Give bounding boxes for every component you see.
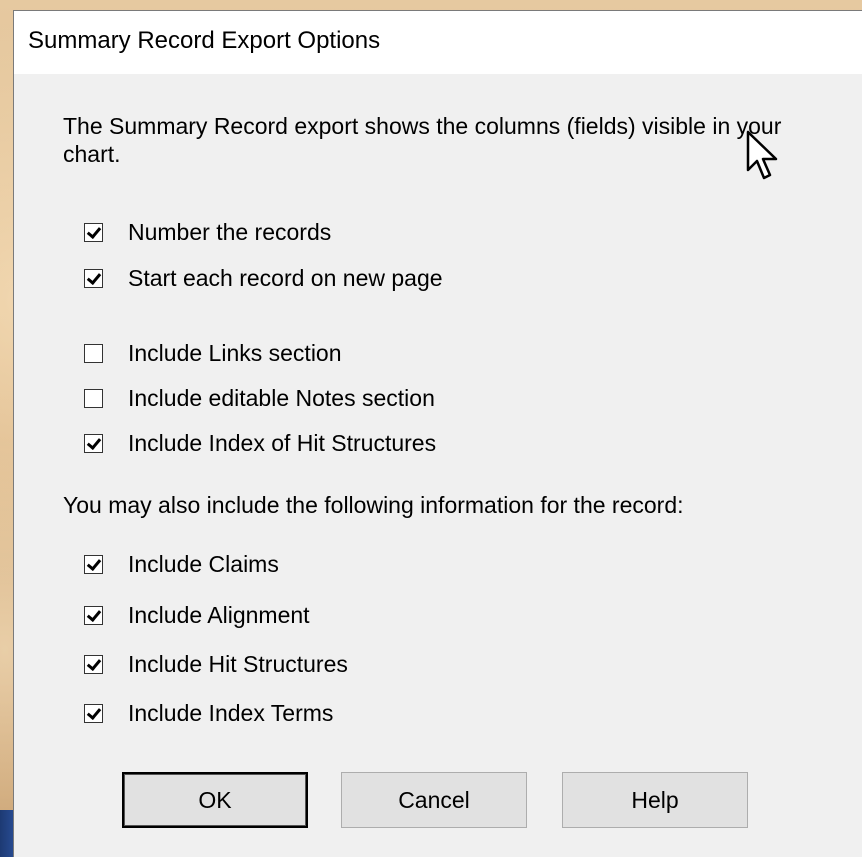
dialog-titlebar[interactable]: Summary Record Export Options [14,11,862,74]
checkbox-index-hit-structures[interactable]: Include Index of Hit Structures [84,428,436,458]
info-heading: You may also include the following infor… [63,492,684,518]
mouse-pointer-icon [746,130,778,180]
checkbox-label[interactable]: Include Links section [128,340,342,367]
checkbox-box[interactable] [84,433,103,453]
checkbox-start-new-page[interactable]: Start each record on new page [84,263,443,293]
checkbox-box[interactable] [84,703,103,723]
checkbox-index-terms[interactable]: Include Index Terms [84,698,333,728]
checkbox-box[interactable] [84,268,103,288]
checkbox-box[interactable] [84,605,103,625]
checkbox-number-records[interactable]: Number the records [84,217,331,247]
checkbox-box[interactable] [84,654,103,674]
checkbox-label[interactable]: Start each record on new page [128,265,443,292]
checkbox-notes-section[interactable]: Include editable Notes section [84,383,435,413]
cancel-button[interactable]: Cancel [341,772,527,828]
checkbox-box[interactable] [84,554,103,574]
checkbox-label[interactable]: Include Alignment [128,602,310,629]
checkbox-label[interactable]: Include Hit Structures [128,651,348,678]
checkbox-box[interactable] [84,343,103,363]
checkbox-links-section[interactable]: Include Links section [84,338,342,368]
checkbox-label[interactable]: Include editable Notes section [128,385,435,412]
checkbox-label[interactable]: Include Index Terms [128,700,333,727]
checkbox-label[interactable]: Number the records [128,219,331,246]
dialog-description: The Summary Record export shows the colu… [63,113,782,167]
checkbox-alignment[interactable]: Include Alignment [84,600,310,630]
dialog-body: The Summary Record export shows the colu… [14,74,862,857]
help-button[interactable]: Help [562,772,748,828]
export-options-dialog: Summary Record Export Options The Summar… [13,10,862,857]
checkbox-label[interactable]: Include Claims [128,551,279,578]
checkbox-claims[interactable]: Include Claims [84,549,279,579]
ok-button[interactable]: OK [122,772,308,828]
dialog-title: Summary Record Export Options [28,27,381,54]
checkbox-label[interactable]: Include Index of Hit Structures [128,430,436,457]
checkbox-hit-structures[interactable]: Include Hit Structures [84,649,348,679]
checkbox-box[interactable] [84,388,103,408]
checkbox-box[interactable] [84,222,103,242]
